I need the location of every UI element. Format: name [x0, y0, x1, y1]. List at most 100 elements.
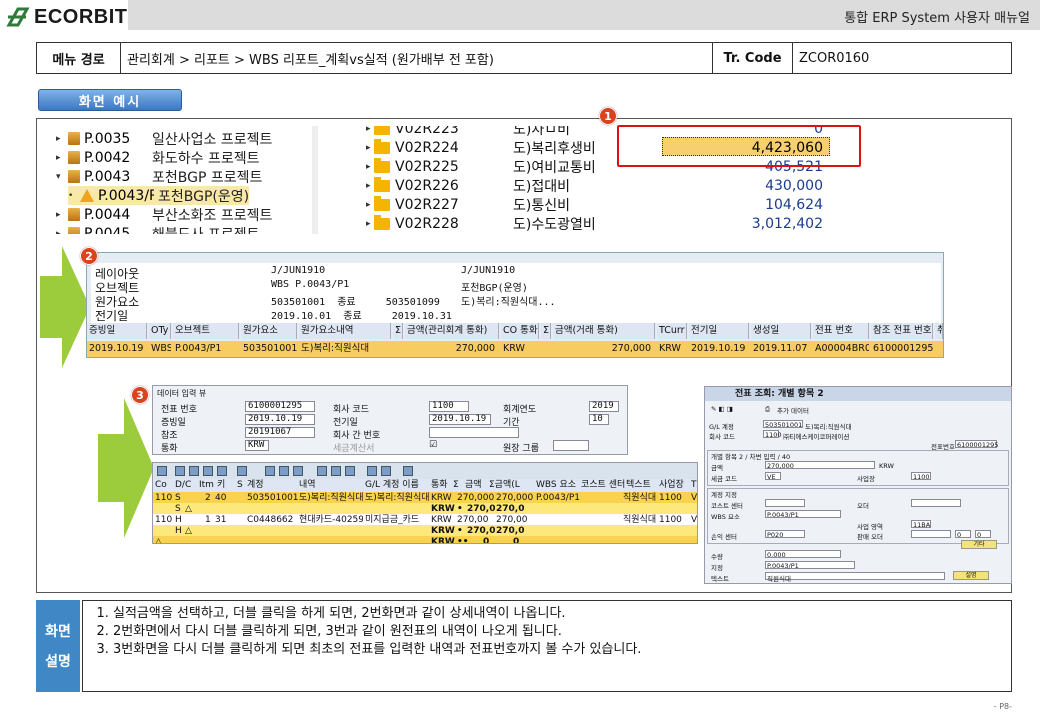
column-header[interactable]: G/L 계정 이름 [365, 479, 419, 491]
column-header[interactable]: 참조 전표 번호 [871, 323, 933, 339]
print-icon[interactable] [293, 466, 303, 476]
expand-icon[interactable]: ▸ [56, 134, 64, 144]
period-field[interactable]: 10 [589, 414, 609, 425]
column-header[interactable]: S [237, 479, 243, 491]
column-header[interactable]: WBS 요소 [536, 479, 576, 491]
column-header[interactable]: 전표 번호 [813, 323, 869, 339]
field-label: 원장 그룹 [503, 444, 539, 454]
section-title: 개별 항목 2 / 차변 입력 / 40 [711, 453, 791, 461]
column-header[interactable]: 코스트 센터 [581, 479, 625, 491]
sum-icon[interactable] [217, 466, 227, 476]
sort-asc-icon[interactable] [175, 466, 185, 476]
column-header[interactable]: 생성일 [751, 323, 811, 339]
column-header[interactable]: 증빙일 [87, 323, 147, 339]
column-header[interactable]: D/C [175, 479, 191, 491]
save-layout-icon[interactable] [381, 466, 391, 476]
tree-item[interactable]: ▸ P.0044 부산소화조 프로젝트 [56, 205, 272, 224]
column-header[interactable]: 통화 [431, 479, 448, 491]
column-header[interactable]: Co [155, 479, 167, 491]
tree-item[interactable]: ▸ P.0035 일산사업소 프로젝트 [56, 129, 272, 148]
column-header[interactable]: 취 [935, 323, 943, 339]
column-header[interactable]: 전기일 [689, 323, 749, 339]
column-header[interactable]: Σ [541, 323, 551, 339]
info-icon[interactable] [403, 466, 413, 476]
folder-icon [374, 195, 390, 211]
ledger-group-field[interactable] [553, 440, 589, 451]
doc-title-bar: 통합 ERP System 사용자 매뉴얼 [128, 0, 1040, 30]
highlight-box [617, 125, 861, 167]
field-label: 수량 [711, 553, 723, 561]
column-header[interactable]: 텍스트 [626, 479, 651, 491]
layout-icon[interactable] [279, 466, 289, 476]
wbs-value: P.0043/P1 [767, 511, 799, 519]
print-icon[interactable]: ⎙ [765, 405, 770, 414]
column-header[interactable]: 사업장 [659, 479, 684, 491]
long-text-button[interactable]: 설명 [953, 571, 989, 580]
table-cell: A00004BR00 [813, 341, 869, 357]
currency-field[interactable]: KRW [245, 440, 269, 451]
column-header[interactable]: Tx [691, 479, 697, 491]
posting-date-field[interactable]: 2019.10.19 [429, 414, 491, 425]
tree-item[interactable]: ▾ P.0043 포천BGP 프로젝트 [56, 167, 262, 186]
additional-data-button[interactable]: 추가 데이터 [777, 405, 809, 415]
tree-item[interactable]: ▸ P.0045 해블드사 프로젝트 [56, 224, 260, 234]
dialog-title: 전표 조회: 개별 항목 2 [705, 387, 1011, 401]
text-field[interactable] [765, 572, 945, 580]
expand-icon[interactable]: ▸ [56, 210, 64, 220]
column-header[interactable]: 금액(거래 통화) [553, 323, 655, 339]
column-header[interactable]: Σ금액(L [489, 479, 520, 491]
column-header[interactable]: OTy [149, 323, 171, 339]
collapse-icon[interactable]: ▾ [56, 172, 64, 182]
doc-number-value: 6100001295 [957, 441, 999, 449]
checkbox-icon[interactable]: ☑ [429, 440, 437, 452]
list-item[interactable]: ▸ V02R227 도)통신비 104,624 [366, 195, 823, 214]
header-label: 오브젝트 [95, 281, 140, 295]
column-header[interactable]: 내역 [299, 479, 316, 491]
company-code-field[interactable]: 1100 [429, 401, 469, 412]
table-cell: 503501001 [241, 341, 297, 357]
column-header[interactable]: Itm [199, 479, 214, 491]
more-button[interactable]: 기타 [961, 540, 997, 549]
field-label: 회사 간 번호 [333, 431, 381, 441]
details-icon[interactable] [157, 466, 167, 476]
step-badge-3: 3 [131, 386, 149, 404]
column-header[interactable]: Σ [453, 479, 459, 491]
column-header[interactable]: 오브젝트 [173, 323, 239, 339]
business-place-value: 1100 [913, 473, 930, 481]
expand-icon[interactable]: ▸ [56, 153, 64, 163]
print-preview-icon[interactable] [317, 466, 327, 476]
tree-item-code: P.0035 [84, 130, 131, 147]
sales-order-field[interactable] [911, 530, 951, 538]
column-header[interactable]: 금액(관리회계 통화) [405, 323, 499, 339]
toolbar-icons[interactable]: ✎ ◧ ◨ [711, 405, 733, 413]
doc-number-field[interactable]: 6100001295 [245, 401, 315, 412]
document-date-field[interactable]: 2019.10.19 [245, 414, 315, 425]
reference-field[interactable]: 20191067 [245, 427, 315, 438]
tree-item-selected[interactable]: • P.0043/P 포천BGP(운영) [68, 186, 250, 205]
field-label: 증빙일 [161, 418, 186, 428]
tree-item[interactable]: ▸ P.0042 화도하수 프로젝트 [56, 148, 260, 167]
column-header[interactable]: CO 통화 [501, 323, 539, 339]
column-header[interactable]: TCurr [657, 323, 687, 339]
intercompany-field[interactable] [429, 427, 519, 438]
list-item[interactable]: ▸ V02R228 도)수도광열비 3,012,402 [366, 214, 823, 233]
field-label: 기간 [503, 418, 520, 428]
subtotal-icon[interactable] [237, 466, 247, 476]
sort-desc-icon[interactable] [189, 466, 199, 476]
spreadsheet-icon[interactable] [331, 466, 341, 476]
column-header[interactable]: 계정 [247, 479, 264, 491]
cost-center-field[interactable] [765, 499, 805, 507]
fiscal-year-field[interactable]: 2019 [589, 401, 619, 412]
column-header[interactable]: Σ [393, 323, 403, 339]
expand-icon[interactable]: ▸ [56, 229, 64, 235]
column-header[interactable]: 키 [217, 479, 225, 491]
export-icon[interactable] [265, 466, 275, 476]
column-header[interactable]: 원가요소 [241, 323, 297, 339]
choose-layout-icon[interactable] [367, 466, 377, 476]
order-field[interactable] [911, 499, 961, 507]
column-header[interactable]: 원가요소내역 [299, 323, 391, 339]
list-item[interactable]: ▸ V02R226 도)접대비 430,000 [366, 176, 823, 195]
filter-icon[interactable] [203, 466, 213, 476]
column-header[interactable]: 금액 [465, 479, 482, 491]
word-icon[interactable] [345, 466, 355, 476]
